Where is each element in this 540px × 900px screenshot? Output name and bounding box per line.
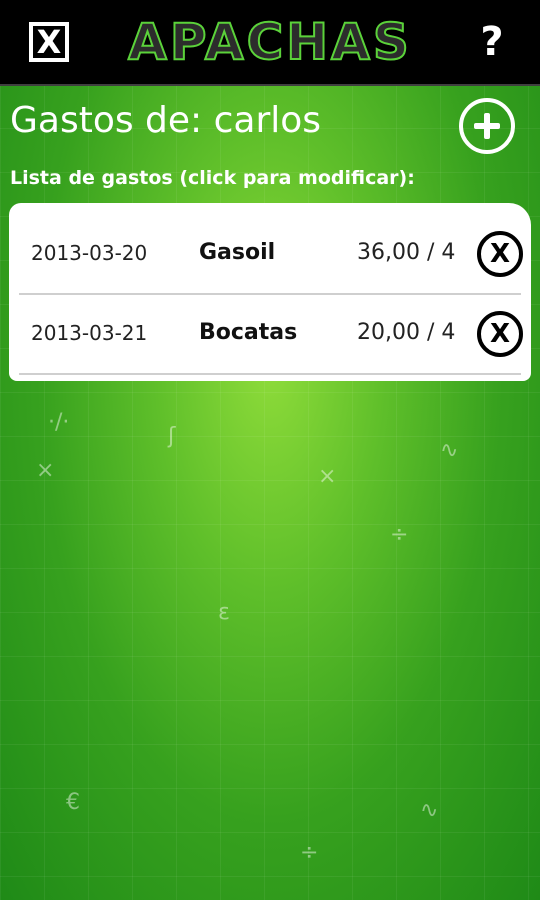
doodle-icon: ∿ [440,438,459,463]
expense-concept: Bocatas [199,320,298,345]
page-title: Gastos de: carlos [10,100,322,141]
expense-concept: Gasoil [199,240,276,265]
doodle-icon: ÷ [390,522,409,547]
list-item[interactable]: 2013-03-20 Gasoil 36,00 / 4 X [19,213,523,295]
expense-amount: 20,00 / 4 [357,320,456,345]
list-item[interactable]: 2013-03-21 Bocatas 20,00 / 4 X [19,293,523,375]
doodle-icon: € [66,790,80,815]
help-button[interactable]: ? [474,18,510,66]
expense-amount: 36,00 / 4 [357,240,456,265]
app-logo: APACHAS [127,12,412,72]
doodle-icon: × [36,458,55,483]
close-icon: X [489,239,511,269]
list-subtitle: Lista de gastos (click para modificar): [10,167,415,189]
doodle-icon: ∿ [420,798,439,823]
expense-list: 2013-03-20 Gasoil 36,00 / 4 X 2013-03-21… [9,203,531,381]
close-icon: X [489,319,511,349]
doodle-icon: × [318,464,337,489]
top-bar: X APACHAS ? [0,0,540,86]
expense-date: 2013-03-21 [31,321,148,345]
close-icon: X [36,23,62,61]
delete-expense-button[interactable]: X [477,231,523,277]
doodle-icon: ·/· [48,410,70,435]
close-button[interactable]: X [29,22,69,62]
doodle-icon: ÷ [300,840,319,865]
doodle-icon: ʃ [168,424,176,449]
doodle-icon: ε [218,600,230,625]
expense-date: 2013-03-20 [31,241,148,265]
delete-expense-button[interactable]: X [477,311,523,357]
add-expense-button[interactable] [459,98,515,154]
